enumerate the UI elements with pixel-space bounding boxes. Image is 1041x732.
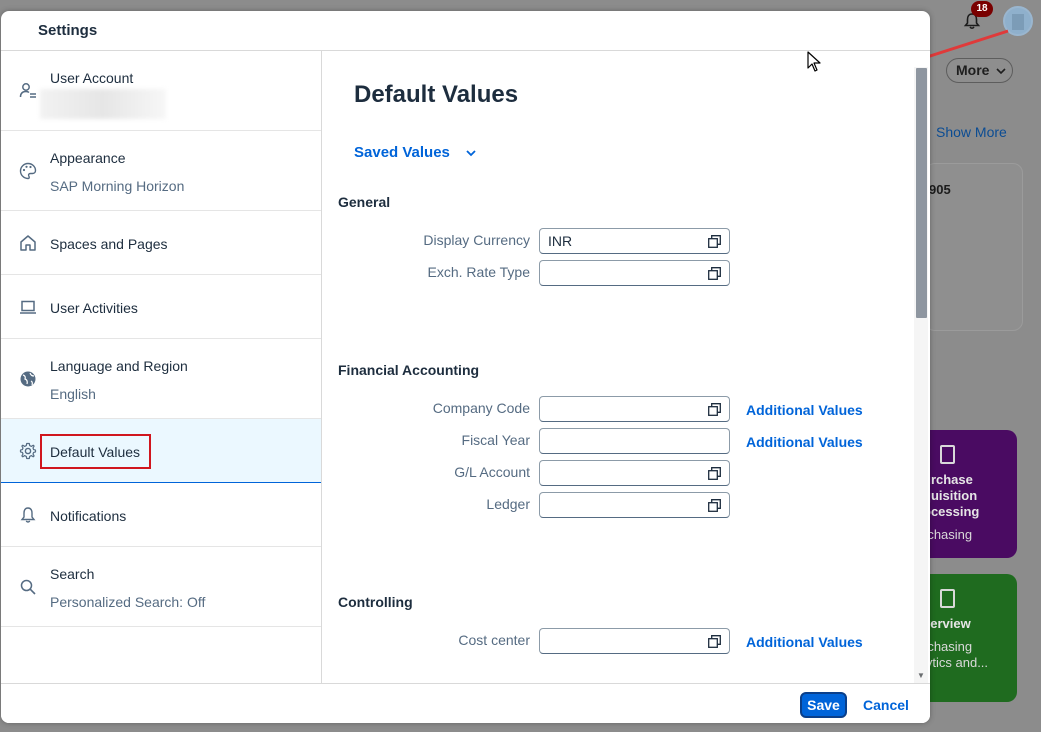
tile-title: verview <box>923 616 971 631</box>
nav-label: User Account <box>50 70 134 86</box>
nav-label: Appearance <box>50 150 126 166</box>
globe-icon <box>20 371 36 387</box>
value-help-icon[interactable] <box>708 403 721 416</box>
tile-subtitle: rchasing lytics and... <box>923 639 989 670</box>
scroll-down-arrow[interactable]: ▼ <box>917 671 925 680</box>
save-button[interactable]: Save <box>800 692 847 718</box>
section-general: General <box>338 194 391 210</box>
value-help-icon[interactable] <box>708 467 721 480</box>
fiscal-year-field[interactable] <box>539 428 730 454</box>
highlight-box <box>40 434 151 469</box>
background-card-text: 905 <box>929 182 951 197</box>
laptop-icon <box>20 300 36 314</box>
gl-account-field[interactable] <box>539 460 730 486</box>
value-help-icon[interactable] <box>708 267 721 280</box>
show-more-link[interactable]: Show More <box>936 124 1007 140</box>
notification-badge: 18 <box>971 1 993 17</box>
nav-item-appearance[interactable]: Appearance SAP Morning Horizon <box>1 131 321 211</box>
palette-icon <box>19 162 37 180</box>
chevron-down-icon[interactable] <box>465 147 477 159</box>
value-help-icon[interactable] <box>708 235 721 248</box>
settings-dialog: Settings User Account Appearance SAP Mor… <box>1 11 930 723</box>
nav-label: Notifications <box>50 508 127 524</box>
cost-center-field[interactable] <box>539 628 730 654</box>
dialog-footer: Save Cancel <box>1 683 930 723</box>
scrollbar-thumb[interactable] <box>916 68 927 318</box>
nav-item-spaces-and-pages[interactable]: Spaces and Pages <box>1 211 321 275</box>
section-financial-accounting: Financial Accounting <box>338 362 480 378</box>
nav-item-language-and-region[interactable]: Language and Region English <box>1 339 321 419</box>
gear-icon <box>19 442 37 460</box>
user-account-icon <box>19 83 36 98</box>
tile-title: urchase quisition ocessing <box>923 472 980 519</box>
nav-sublabel: Personalized Search: Off <box>50 594 206 610</box>
ledger-field[interactable] <box>539 492 730 518</box>
cancel-button[interactable]: Cancel <box>863 697 909 713</box>
nav-sublabel: SAP Morning Horizon <box>50 178 185 194</box>
display-currency-value: INR <box>548 233 573 249</box>
search-icon <box>20 579 36 595</box>
nav-item-notifications[interactable]: Notifications <box>1 483 321 547</box>
nav-label: User Activities <box>50 300 138 316</box>
exch-rate-type-field[interactable] <box>539 260 730 286</box>
default-values-panel: Default Values Saved Values General Disp… <box>322 51 930 683</box>
home-icon <box>20 235 36 251</box>
nav-item-default-values[interactable]: Default Values <box>1 419 321 483</box>
exch-rate-type-label: Exch. Rate Type <box>427 264 530 280</box>
nav-item-search[interactable]: Search Personalized Search: Off <box>1 547 321 627</box>
cost-center-label: Cost center <box>458 632 530 648</box>
page-title: Default Values <box>354 81 519 108</box>
document-icon <box>940 445 955 464</box>
nav-label: Language and Region <box>50 358 188 374</box>
settings-nav: User Account Appearance SAP Morning Hori… <box>1 51 322 683</box>
saved-values-dropdown[interactable]: Saved Values <box>354 144 450 161</box>
gl-account-label: G/L Account <box>454 464 530 480</box>
tile-subtitle: rchasing <box>923 527 973 542</box>
cost-center-additional-values-link[interactable]: Additional Values <box>746 634 863 650</box>
company-code-field[interactable] <box>539 396 730 422</box>
fiscal-year-additional-values-link[interactable]: Additional Values <box>746 434 863 450</box>
ledger-label: Ledger <box>486 496 530 512</box>
nav-item-user-account[interactable]: User Account <box>1 51 321 131</box>
display-currency-field[interactable]: INR <box>539 228 730 254</box>
company-code-additional-values-link[interactable]: Additional Values <box>746 402 863 418</box>
mouse-cursor-icon <box>807 51 821 72</box>
section-controlling: Controlling <box>338 594 413 610</box>
display-currency-label: Display Currency <box>423 232 530 248</box>
bell-icon <box>20 507 36 523</box>
value-help-icon[interactable] <box>708 635 721 648</box>
nav-label: Spaces and Pages <box>50 236 168 252</box>
company-code-label: Company Code <box>432 400 530 416</box>
fiscal-year-label: Fiscal Year <box>461 432 530 448</box>
nav-item-user-activities[interactable]: User Activities <box>1 275 321 339</box>
dialog-title: Settings <box>38 22 98 39</box>
document-icon <box>940 589 955 608</box>
redacted-user-name <box>40 89 166 119</box>
nav-label: Search <box>50 566 95 582</box>
nav-sublabel: English <box>50 386 96 402</box>
tile-purchase-requisition[interactable]: urchase quisition ocessing rchasing <box>920 430 1017 558</box>
tile-overview[interactable]: verview rchasing lytics and... <box>920 574 1017 702</box>
dialog-header: Settings <box>1 11 930 51</box>
value-help-icon[interactable] <box>708 499 721 512</box>
